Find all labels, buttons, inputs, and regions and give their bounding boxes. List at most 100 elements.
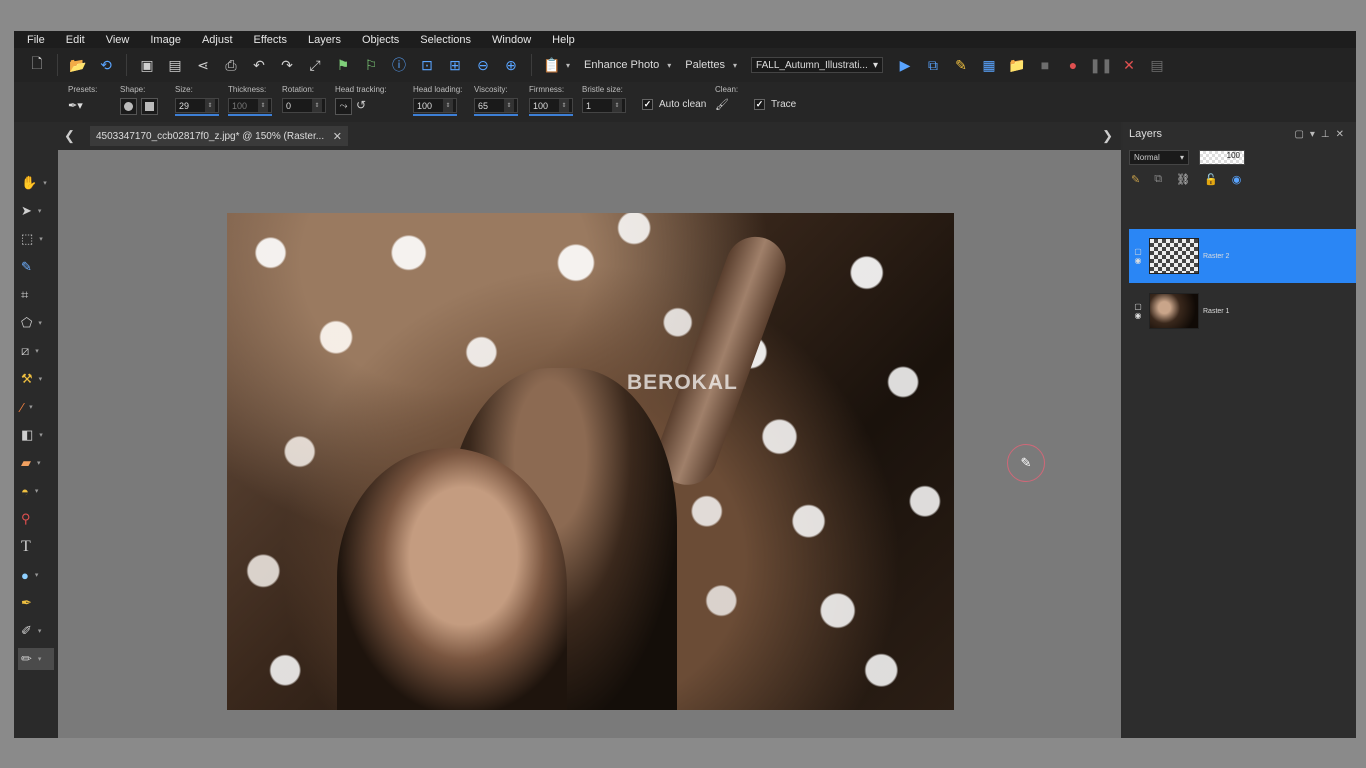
menu-edit[interactable]: Edit bbox=[53, 34, 93, 46]
panel-controls-icon[interactable]: ▢▾⊥✕ bbox=[1294, 129, 1350, 140]
viscosity-spinner-icon[interactable]: ⇕ bbox=[504, 99, 514, 112]
stop-script-icon[interactable]: ■ bbox=[1034, 54, 1056, 76]
eye-icon[interactable]: ◉ bbox=[1135, 311, 1142, 320]
text-tool[interactable]: T bbox=[18, 536, 54, 558]
viscosity-slider[interactable] bbox=[474, 114, 518, 116]
menu-help[interactable]: Help bbox=[539, 34, 583, 46]
photo-image[interactable]: BEROKAL bbox=[227, 213, 954, 710]
enhance-photo-button[interactable]: Enhance Photo bbox=[584, 59, 659, 71]
fill-tool[interactable]: ◓ ▾ bbox=[18, 480, 54, 502]
paste-icon[interactable]: 📋 bbox=[541, 54, 563, 76]
straighten-tool[interactable]: ⧄ ▾ bbox=[18, 340, 54, 362]
firmness-slider[interactable] bbox=[529, 114, 573, 116]
resize-icon[interactable]: ⤢ bbox=[304, 54, 326, 76]
redo-icon[interactable]: ↷ bbox=[276, 54, 298, 76]
workspace-select[interactable]: FALL_Autumn_Illustrati... ▾ bbox=[751, 57, 884, 73]
document-tab[interactable]: 4503347170_ccb02817f0_z.jpg* @ 150% (Ras… bbox=[90, 126, 348, 146]
menu-effects[interactable]: Effects bbox=[241, 34, 295, 46]
menu-window[interactable]: Window bbox=[479, 34, 539, 46]
actual-size-icon[interactable]: ⊞ bbox=[444, 54, 466, 76]
blend-mode-select[interactable]: Normal ▾ bbox=[1129, 149, 1189, 165]
thickness-field[interactable]: 100 ⇕ bbox=[228, 98, 272, 113]
color-changer-tool[interactable]: ⚲ bbox=[18, 508, 54, 530]
menu-view[interactable]: View bbox=[93, 34, 138, 46]
thickness-slider[interactable] bbox=[228, 114, 272, 116]
edit-script-icon[interactable]: ✎ bbox=[950, 54, 972, 76]
browse-icon[interactable]: ⟲ bbox=[95, 54, 117, 76]
canvas-area[interactable]: BEROKAL ✎ bbox=[58, 150, 1121, 738]
opacity-field[interactable]: 100 bbox=[1199, 149, 1245, 165]
cancel-script-icon[interactable]: ✕ bbox=[1118, 54, 1140, 76]
retouch-tool[interactable]: ⚒ ▾ bbox=[18, 368, 54, 390]
menu-layers[interactable]: Layers bbox=[295, 34, 349, 46]
edit-layer-icon[interactable]: ✎ bbox=[1131, 173, 1140, 186]
thickness-spinner-icon[interactable]: ⇕ bbox=[258, 99, 268, 112]
paste-dropdown-icon[interactable]: ▾ bbox=[566, 61, 570, 70]
lock-icon[interactable]: 🔓 bbox=[1204, 173, 1218, 186]
auto-clean-checkbox[interactable]: ✓ Auto clean bbox=[642, 99, 706, 110]
presets-brush-icon[interactable]: ✒▾ bbox=[68, 99, 97, 112]
head-loading-spinner-icon[interactable]: ⇕ bbox=[443, 99, 453, 112]
rotation-field[interactable]: 0 ⇕ bbox=[282, 98, 326, 113]
pen-tool[interactable]: ✒ bbox=[18, 592, 54, 614]
menu-selections[interactable]: Selections bbox=[407, 34, 479, 46]
oil-brush-tool[interactable]: ✏ ▾ bbox=[18, 648, 54, 670]
head-loading-field[interactable]: 100 ⇕ bbox=[413, 98, 457, 113]
menu-adjust[interactable]: Adjust bbox=[189, 34, 241, 46]
play-script-icon[interactable]: ▶ bbox=[894, 54, 916, 76]
print-icon[interactable]: ⎙ bbox=[220, 54, 242, 76]
zoom-in-icon[interactable]: ⊕ bbox=[500, 54, 522, 76]
menu-file[interactable]: File bbox=[14, 34, 53, 46]
art-media-tool[interactable]: ✐ ▾ bbox=[18, 620, 54, 642]
gradient-tool[interactable]: ◧ ▾ bbox=[18, 424, 54, 446]
pause-script-icon[interactable]: ❚❚ bbox=[1089, 54, 1112, 76]
pick-tool[interactable]: ➤ ▾ bbox=[18, 200, 54, 222]
undo-icon[interactable]: ↶ bbox=[248, 54, 270, 76]
flag-left-icon[interactable]: ⚑ bbox=[332, 54, 354, 76]
record-script-icon[interactable]: ● bbox=[1062, 54, 1084, 76]
size-slider[interactable] bbox=[175, 114, 219, 116]
tab-scroll-left-icon[interactable]: ❮ bbox=[64, 128, 75, 144]
dropper-tool[interactable]: ✎ bbox=[18, 256, 54, 278]
crop-tool[interactable]: ⌗ bbox=[18, 284, 54, 306]
eye-icon[interactable]: ◉ bbox=[1135, 256, 1142, 265]
link-icon[interactable]: ⛓ bbox=[1176, 173, 1190, 186]
layer-row-raster-1[interactable]: ▢ ◉ Raster 1 bbox=[1129, 284, 1356, 338]
firmness-spinner-icon[interactable]: ⇕ bbox=[559, 99, 569, 112]
fit-window-icon[interactable]: ⊡ bbox=[416, 54, 438, 76]
save-as-icon[interactable]: ▤ bbox=[164, 54, 186, 76]
selection-tool[interactable]: ⬚ ▾ bbox=[18, 228, 54, 250]
tab-scroll-right-icon[interactable]: ❯ bbox=[1102, 128, 1113, 144]
open-file-icon[interactable]: 📂 bbox=[67, 54, 89, 76]
round-shape-icon[interactable] bbox=[120, 98, 137, 115]
save-script-icon[interactable]: ▤ bbox=[1146, 54, 1168, 76]
firmness-field[interactable]: 100 ⇕ bbox=[529, 98, 573, 113]
save-icon[interactable]: ▣ bbox=[136, 54, 158, 76]
layer-row-raster-2[interactable]: ▢ ◉ Raster 2 bbox=[1129, 229, 1356, 283]
palettes-dropdown-icon[interactable]: ▾ bbox=[733, 61, 737, 70]
perspective-tool[interactable]: ⬠ ▾ bbox=[18, 312, 54, 334]
info-icon[interactable]: ⓘ bbox=[388, 54, 410, 76]
viscosity-field[interactable]: 65 ⇕ bbox=[474, 98, 518, 113]
head-tracking-alt-icon[interactable]: ↺ bbox=[356, 98, 366, 112]
head-tracking-icon[interactable]: ⤳ bbox=[335, 98, 352, 115]
pan-tool[interactable]: ✋ ▾ bbox=[18, 172, 54, 194]
script-folder-icon[interactable]: 📁 bbox=[1006, 54, 1028, 76]
enhance-photo-dropdown-icon[interactable]: ▾ bbox=[667, 61, 671, 70]
zoom-out-icon[interactable]: ⊖ bbox=[472, 54, 494, 76]
size-field[interactable]: 29 ⇕ bbox=[175, 98, 219, 113]
square-shape-icon[interactable] bbox=[141, 98, 158, 115]
share-icon[interactable]: ⋖ bbox=[192, 54, 214, 76]
clean-brush-icon[interactable]: 🖌 bbox=[715, 98, 738, 111]
mask-icon[interactable]: ◉ bbox=[1232, 173, 1242, 186]
close-icon[interactable]: ✕ bbox=[333, 130, 342, 143]
new-file-icon[interactable]: 🗋 bbox=[26, 54, 48, 76]
trace-checkbox[interactable]: ✓ Trace bbox=[754, 99, 796, 110]
bristle-size-field[interactable]: 1 ⇕ bbox=[582, 98, 626, 113]
menu-objects[interactable]: Objects bbox=[349, 34, 407, 46]
script-output-icon[interactable]: ▦ bbox=[978, 54, 1000, 76]
paint-brush-tool[interactable]: ∕ ▾ bbox=[18, 396, 54, 418]
rotation-spinner-icon[interactable]: ⇕ bbox=[312, 99, 322, 112]
head-loading-slider[interactable] bbox=[413, 114, 457, 116]
flag-right-icon[interactable]: ⚐ bbox=[360, 54, 382, 76]
